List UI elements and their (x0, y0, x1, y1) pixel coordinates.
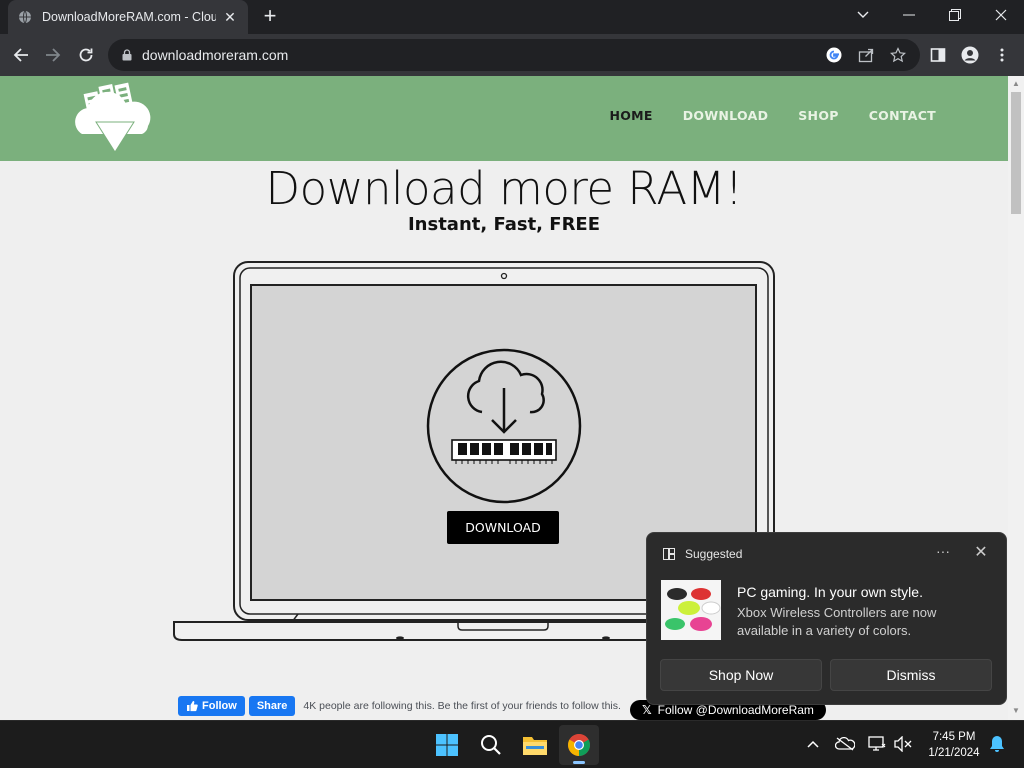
profile-icon[interactable] (958, 43, 982, 67)
windows-logo-icon (436, 734, 458, 756)
chrome-taskbar-button[interactable] (559, 725, 599, 765)
clock-time: 7:45 PM (932, 731, 976, 743)
page-title: Download more RAM! (265, 162, 743, 215)
file-explorer-button[interactable] (515, 725, 555, 765)
nav-download[interactable]: DOWNLOAD (683, 108, 769, 123)
bookmark-star-icon[interactable] (886, 43, 910, 67)
tab-title: DownloadMoreRAM.com - Cloud (42, 10, 216, 24)
scroll-down-icon[interactable]: ▼ (1011, 706, 1021, 716)
nav-shop[interactable]: SHOP (798, 108, 838, 123)
twitter-follow-label: Follow @DownloadMoreRam (657, 703, 814, 717)
page-subtitle: Instant, Fast, FREE (407, 214, 601, 235)
facebook-follow-label: Follow (202, 700, 237, 712)
toast-title: PC gaming. In your own style. (737, 584, 923, 600)
dismiss-button[interactable]: Dismiss (830, 659, 992, 691)
onedrive-offline-icon[interactable] (834, 733, 856, 755)
site-header: HOME DOWNLOAD SHOP CONTACT (0, 76, 1008, 161)
start-button[interactable] (427, 725, 467, 765)
back-arrow-icon[interactable] (8, 42, 34, 68)
network-icon[interactable] (866, 733, 888, 755)
side-panel-icon[interactable] (926, 43, 950, 67)
nav-home[interactable]: HOME (609, 108, 652, 123)
folder-icon (523, 737, 547, 755)
facebook-share-button[interactable]: Share (248, 696, 296, 716)
google-lens-icon[interactable] (822, 43, 846, 67)
facebook-widget: Follow Share 4K people are following thi… (178, 696, 623, 716)
facebook-follow-text: 4K people are following this. Be the fir… (303, 700, 621, 712)
shop-now-button[interactable]: Shop Now (660, 659, 822, 691)
thumbs-up-icon (187, 701, 198, 712)
minimize-button[interactable] (886, 0, 932, 30)
reload-icon[interactable] (73, 42, 99, 68)
address-bar[interactable]: downloadmoreram.com (108, 39, 920, 71)
site-logo[interactable] (70, 82, 160, 156)
clock-date: 1/21/2024 (928, 747, 980, 759)
toast-header: Suggested (663, 547, 742, 561)
new-tab-button[interactable]: + (258, 5, 282, 29)
site-nav: HOME DOWNLOAD SHOP CONTACT (609, 108, 936, 123)
chrome-icon (568, 734, 590, 756)
tab-close-icon[interactable]: ✕ (222, 9, 238, 25)
forward-arrow-icon[interactable] (40, 42, 66, 68)
taskbar-clock[interactable]: 7:45 PM 1/21/2024 (918, 729, 990, 761)
search-button[interactable] (471, 725, 511, 765)
restore-button[interactable] (932, 0, 978, 30)
close-window-button[interactable] (978, 0, 1024, 30)
share-icon[interactable] (854, 43, 878, 67)
x-logo-icon: 𝕏 (642, 703, 652, 717)
scroll-up-icon[interactable]: ▲ (1011, 79, 1021, 89)
notification-toast: Suggested ··· ✕ PC gaming. In your own s… (646, 532, 1007, 705)
xbox-controllers-image (661, 580, 721, 640)
nav-contact[interactable]: CONTACT (869, 108, 936, 123)
url-text: downloadmoreram.com (142, 47, 289, 63)
download-button[interactable]: DOWNLOAD (447, 511, 559, 544)
browser-toolbar: downloadmoreram.com (0, 34, 1024, 76)
page-scrollbar[interactable]: ▲ ▼ (1008, 76, 1024, 720)
more-menu-icon[interactable] (990, 43, 1014, 67)
globe-icon (19, 10, 31, 24)
close-icon[interactable]: ✕ (971, 543, 991, 563)
notification-bell-icon[interactable] (986, 733, 1008, 755)
volume-muted-icon[interactable] (892, 733, 914, 755)
search-icon (481, 735, 501, 755)
lock-icon (122, 49, 132, 61)
widgets-icon (663, 548, 675, 560)
more-options-icon[interactable]: ··· (933, 543, 953, 563)
toast-body: Xbox Wireless Controllers are now availa… (737, 605, 937, 638)
tray-chevron-icon[interactable] (802, 733, 824, 755)
scroll-thumb[interactable] (1011, 92, 1021, 214)
browser-tab[interactable]: DownloadMoreRAM.com - Cloud ✕ (8, 0, 248, 34)
browser-titlebar: DownloadMoreRAM.com - Cloud ✕ + (0, 0, 1024, 34)
tab-search-icon[interactable] (840, 0, 886, 30)
facebook-follow-button[interactable]: Follow (178, 696, 245, 716)
taskbar: 7:45 PM 1/21/2024 (0, 720, 1024, 768)
toast-source-label: Suggested (685, 547, 743, 561)
